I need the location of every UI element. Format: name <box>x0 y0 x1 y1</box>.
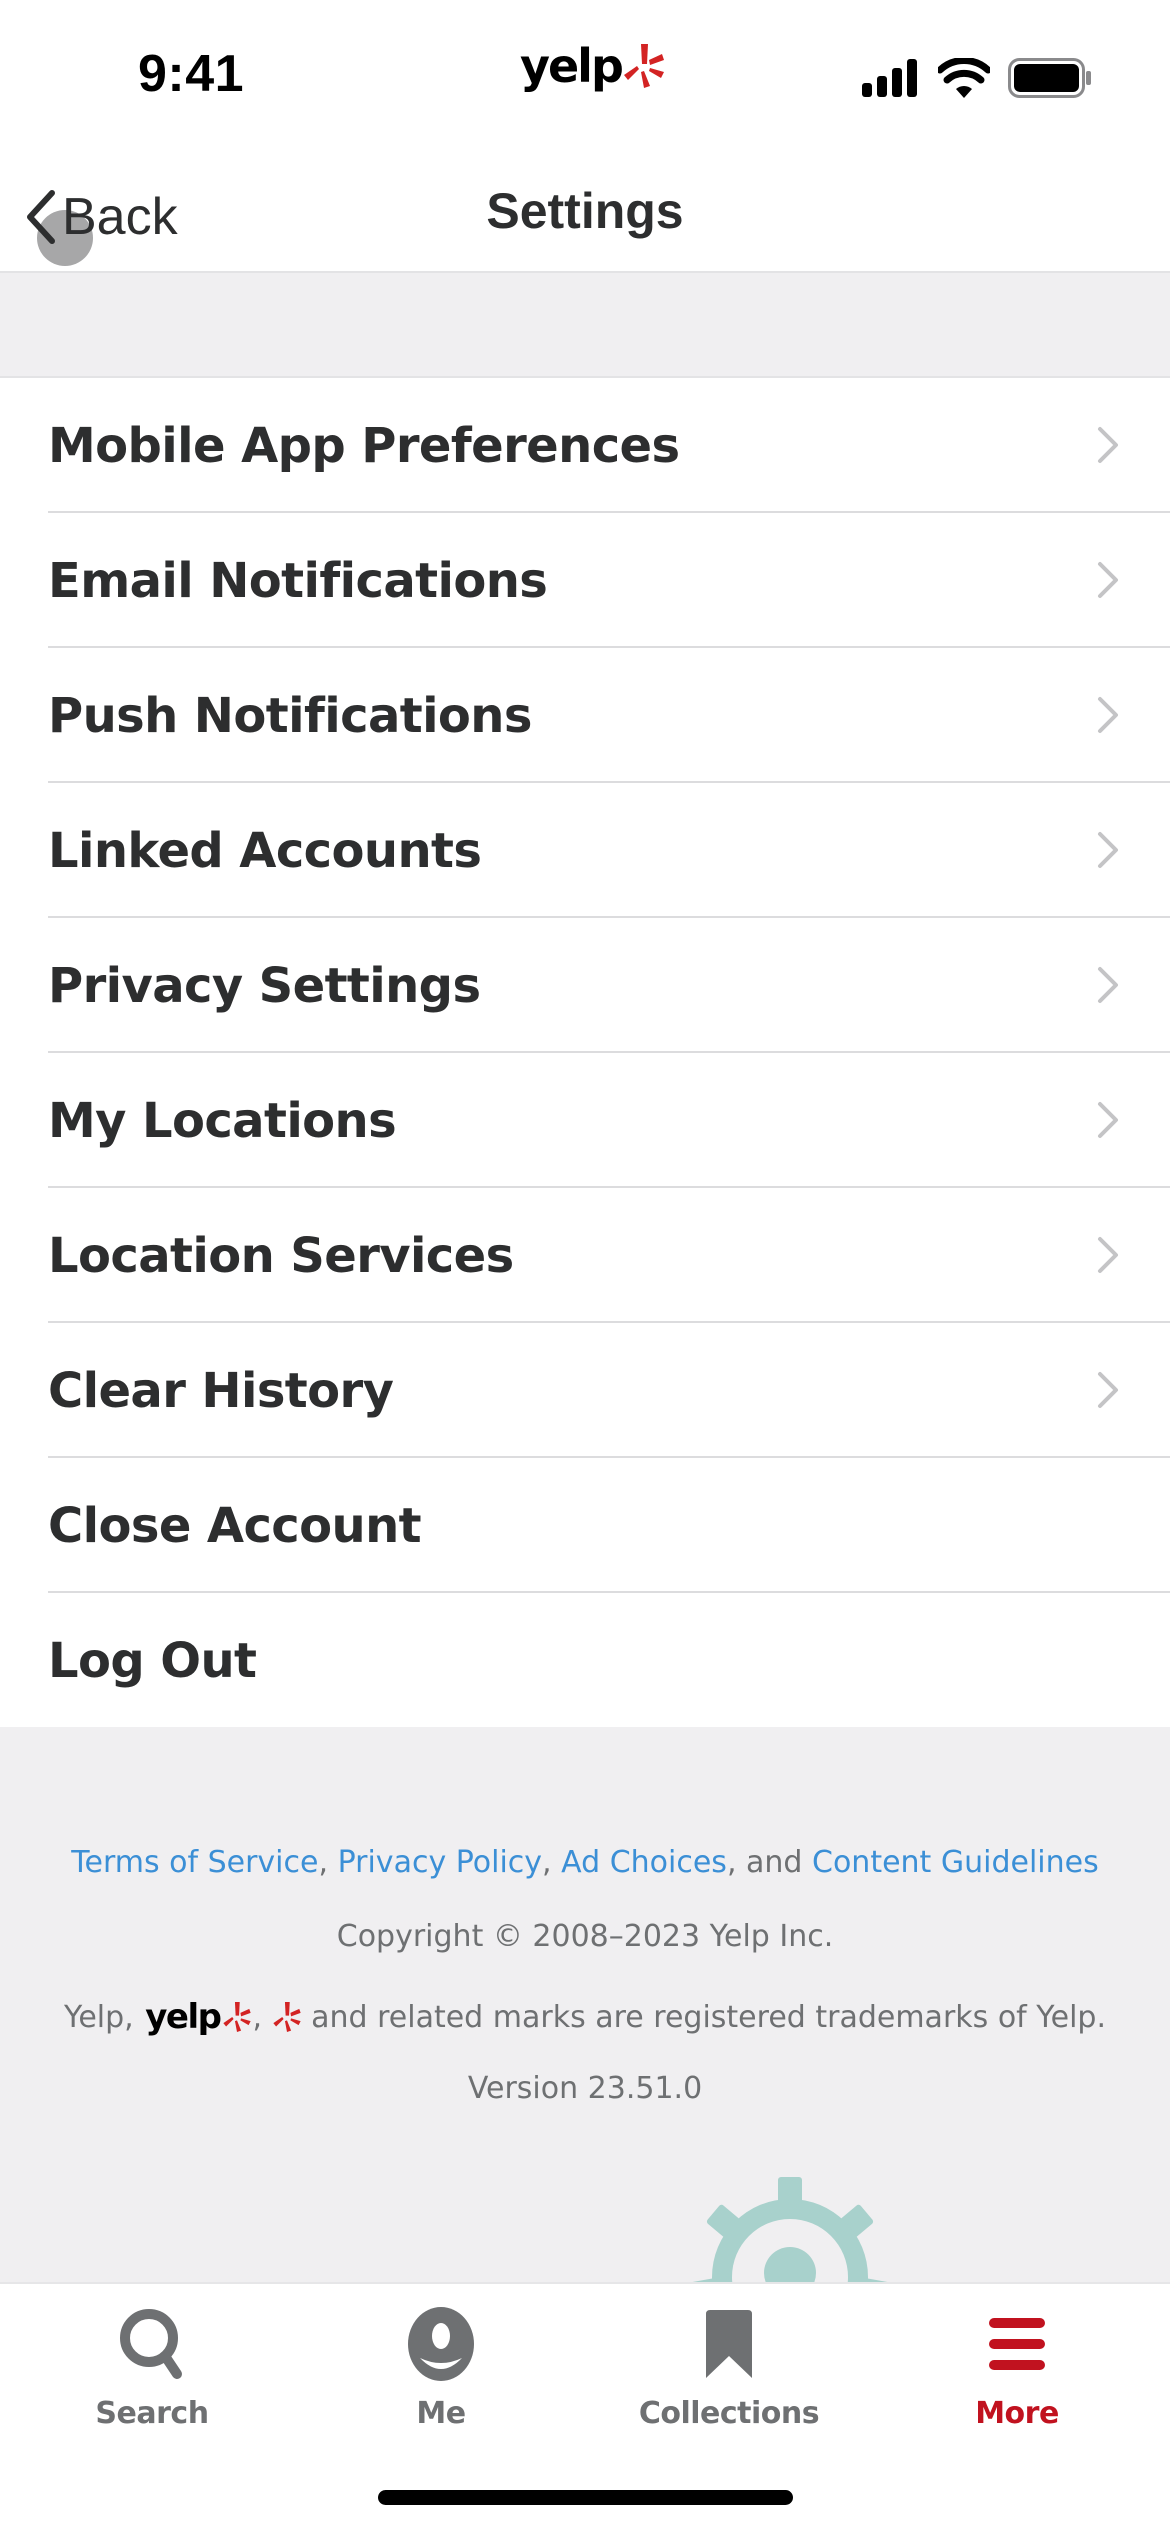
settings-item-label: Location Services <box>48 1227 514 1284</box>
chevron-right-icon <box>1098 427 1118 463</box>
profile-icon <box>401 2304 481 2384</box>
cellular-signal-icon <box>862 59 917 97</box>
ad-choices-link[interactable]: Ad Choices <box>561 1845 727 1880</box>
settings-item-label: Email Notifications <box>48 552 548 609</box>
tab-more[interactable]: More <box>897 2304 1137 2434</box>
wifi-icon <box>938 58 990 98</box>
chevron-right-icon <box>1098 562 1118 598</box>
chevron-right-icon <box>1098 1102 1118 1138</box>
settings-item-linked-accounts[interactable]: Linked Accounts <box>0 783 1170 918</box>
separator: , and <box>726 1845 803 1880</box>
yelp-wordmark: yelp <box>145 1997 222 2037</box>
privacy-policy-link[interactable]: Privacy Policy <box>338 1845 542 1880</box>
status-icons <box>862 58 1092 98</box>
settings-item-label: Clear History <box>48 1362 394 1419</box>
tab-label: Collections <box>638 2396 820 2431</box>
trademark-suffix: and related marks are registered tradema… <box>311 1999 1106 2035</box>
legal-links: Terms of Service, Privacy Policy, Ad Cho… <box>0 1845 1170 1880</box>
trademark-prefix: Yelp, <box>64 1999 134 2035</box>
status-time: 9:41 <box>138 45 245 103</box>
separator: , <box>318 1845 329 1880</box>
chevron-right-icon <box>1098 697 1118 733</box>
settings-item-push-notifications[interactable]: Push Notifications <box>0 648 1170 783</box>
separator: , <box>252 1999 263 2035</box>
content-guidelines-link[interactable]: Content Guidelines <box>812 1845 1099 1880</box>
settings-item-my-locations[interactable]: My Locations <box>0 1053 1170 1188</box>
version-text: Version 23.51.0 <box>467 2071 703 2106</box>
settings-item-label: Push Notifications <box>48 687 532 744</box>
tab-me[interactable]: Me <box>321 2304 561 2434</box>
settings-item-location-services[interactable]: Location Services <box>0 1188 1170 1323</box>
footer: Terms of Service, Privacy Policy, Ad Cho… <box>0 1727 1170 2282</box>
copyright-text: Copyright © 2008–2023 Yelp Inc. <box>336 1919 834 1954</box>
tab-label: Search <box>95 2396 209 2431</box>
settings-item-label: Linked Accounts <box>48 822 482 879</box>
separator: , <box>542 1845 552 1880</box>
chevron-right-icon <box>1098 1237 1118 1273</box>
yelp-logo: yelp <box>520 36 666 96</box>
settings-item-email-notifications[interactable]: Email Notifications <box>0 513 1170 648</box>
chevron-right-icon <box>1098 832 1118 868</box>
tab-search[interactable]: Search <box>32 2304 272 2434</box>
settings-item-clear-history[interactable]: Clear History <box>0 1323 1170 1458</box>
yelp-burst-icon <box>223 2002 252 2032</box>
bookmark-icon <box>689 2304 769 2384</box>
settings-item-label: Mobile App Preferences <box>48 417 680 474</box>
settings-item-label: My Locations <box>48 1092 397 1149</box>
chevron-right-icon <box>1098 967 1118 1003</box>
trademarks-text: Yelp, yelp , and related marks are regis… <box>0 1997 1170 2037</box>
settings-item-label: Log Out <box>48 1632 257 1689</box>
menu-icon <box>977 2304 1057 2384</box>
tab-label: More <box>975 2396 1059 2431</box>
home-indicator[interactable] <box>378 2490 793 2505</box>
section-spacer <box>0 273 1170 378</box>
terms-of-service-link[interactable]: Terms of Service <box>71 1845 318 1880</box>
settings-item-log-out[interactable]: Log Out <box>0 1593 1170 1728</box>
search-icon <box>112 2304 192 2384</box>
tab-label: Me <box>416 2396 466 2431</box>
tab-collections[interactable]: Collections <box>609 2304 849 2434</box>
chevron-right-icon <box>1098 1372 1118 1408</box>
gear-icon <box>690 2177 890 2282</box>
battery-icon <box>1008 58 1091 98</box>
navigation-bar: Back Settings <box>0 160 1170 273</box>
settings-item-privacy-settings[interactable]: Privacy Settings <box>0 918 1170 1053</box>
settings-item-close-account[interactable]: Close Account <box>0 1458 1170 1593</box>
yelp-wordmark: yelp <box>520 39 624 93</box>
status-bar: 9:41 yelp <box>0 0 1170 160</box>
settings-item-label: Close Account <box>48 1497 422 1554</box>
yelp-burst-icon <box>623 44 664 88</box>
page-title: Settings <box>486 183 684 239</box>
yelp-burst-icon <box>272 2002 301 2032</box>
settings-list: Mobile App Preferences Email Notificatio… <box>0 378 1170 1730</box>
settings-item-label: Privacy Settings <box>48 957 481 1014</box>
settings-item-mobile-app-preferences[interactable]: Mobile App Preferences <box>0 378 1170 513</box>
